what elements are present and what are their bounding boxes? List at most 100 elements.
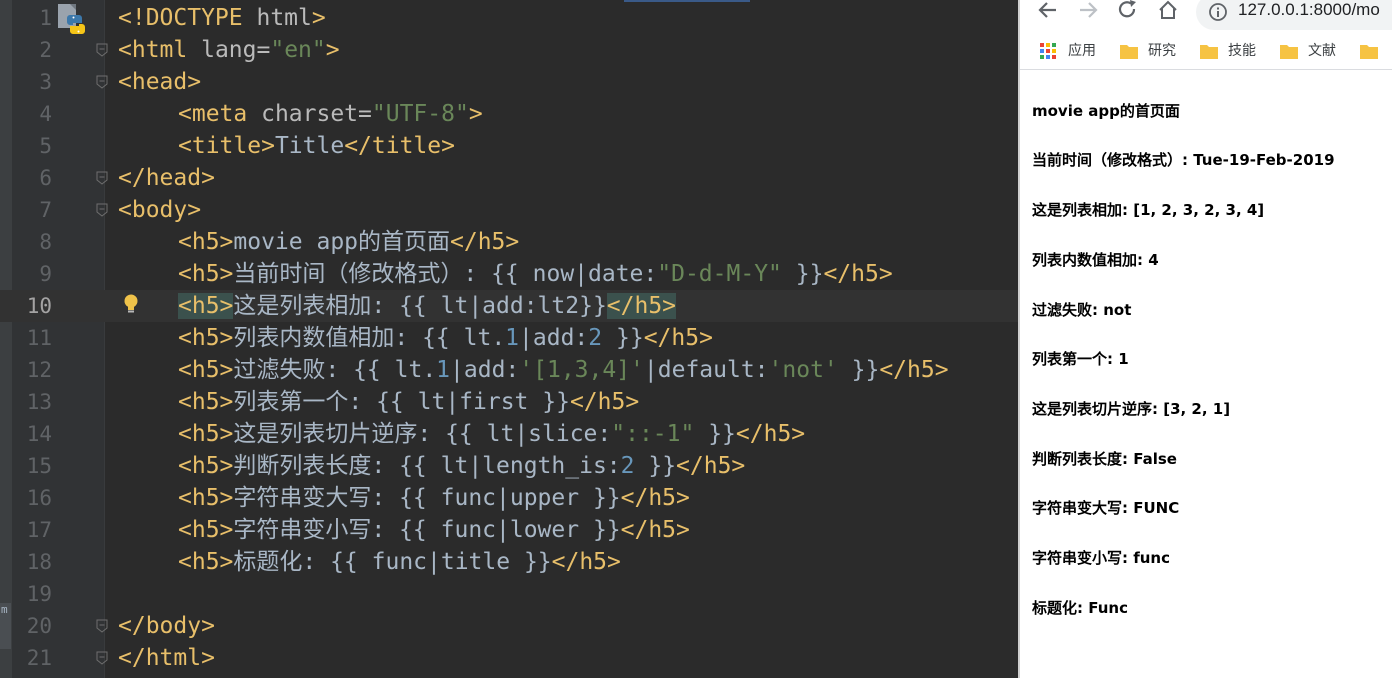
code-token: </h5>: [620, 517, 690, 543]
code-token: </html>: [118, 645, 215, 671]
code-editor[interactable]: m 1 <!DOCTYPE html> 2 <html lang="en"> 3 <hea…: [0, 0, 1018, 678]
line-number: 13: [26, 390, 52, 414]
code-line[interactable]: 21 </html>: [0, 642, 1018, 674]
code-text: <h5>标题化: {{ func|title }}</h5>: [118, 546, 621, 578]
line-number: 20: [26, 614, 52, 638]
address-bar[interactable]: 127.0.0.1:8000/mo: [1196, 0, 1392, 30]
code-token: |default:: [643, 357, 769, 383]
code-token: }}: [634, 453, 677, 479]
code-line[interactable]: 17 <h5>字符串变小写: {{ func|lower }}</h5>: [0, 514, 1018, 546]
code-line[interactable]: 3 <head>: [0, 66, 1018, 98]
heading-list-add: 这是列表相加: [1, 2, 3, 2, 3, 4]: [1032, 201, 1265, 219]
code-line[interactable]: 10 <h5>这是列表相加: {{ lt|add:lt2}}</h5>: [0, 290, 1018, 322]
back-icon[interactable]: [1036, 0, 1060, 20]
line-number: 12: [26, 358, 52, 382]
fold-marker-icon[interactable]: [96, 171, 108, 185]
reload-icon[interactable]: [1116, 0, 1140, 20]
code-text: <h5>当前时间（修改格式）: {{ now|date:"D-d-M-Y" }}…: [118, 258, 893, 290]
bookmark-label: 应用: [1068, 43, 1096, 59]
code-text: <html lang="en">: [118, 34, 340, 66]
code-text: <h5>movie app的首页面</h5>: [118, 226, 519, 258]
code-text: </body>: [118, 610, 215, 642]
line-number: 11: [26, 326, 52, 350]
code-token: 'not': [768, 357, 838, 383]
code-token: 这是列表切片逆序: {{ lt|slice:: [233, 421, 612, 447]
code-token: </h5>: [620, 485, 690, 511]
code-line[interactable]: 12 <h5>过滤失败: {{ lt.1|add:'[1,3,4]'|defaul…: [0, 354, 1018, 386]
code-token: </h5>: [879, 357, 949, 383]
code-line[interactable]: 14 <h5>这是列表切片逆序: {{ lt|slice:"::-1" }}</h…: [0, 418, 1018, 450]
code-line[interactable]: 5 <title>Title</title>: [0, 130, 1018, 162]
code-line[interactable]: 15 <h5>判断列表长度: {{ lt|length_is:2 }}</h5>: [0, 450, 1018, 482]
fold-marker-icon[interactable]: [96, 619, 108, 633]
line-number: 4: [39, 102, 52, 126]
code-token: <!DOCTYPE: [118, 5, 257, 31]
apps-grid-icon: [1040, 43, 1056, 59]
code-token: 列表第一个: {{ lt|first }}: [233, 389, 570, 415]
code-token: |add:: [450, 357, 520, 383]
code-text: <h5>字符串变大写: {{ func|upper }}</h5>: [118, 482, 690, 514]
code-line[interactable]: 13 <h5>列表第一个: {{ lt|first }}</h5>: [0, 386, 1018, 418]
code-token: </head>: [118, 165, 215, 191]
code-token: lang=: [201, 37, 271, 63]
code-token: <h5>: [178, 389, 234, 415]
fold-marker-icon[interactable]: [96, 203, 108, 217]
line-number: 2: [39, 38, 52, 62]
code-token: '[1,3,4]': [519, 357, 644, 383]
code-token: </h5>: [450, 229, 520, 255]
browser-toolbar: 127.0.0.1:8000/mo: [1020, 0, 1392, 34]
code-line[interactable]: 8 <h5>movie app的首页面</h5>: [0, 226, 1018, 258]
line-number: 8: [39, 230, 52, 254]
lightbulb-intention-icon[interactable]: [121, 292, 141, 316]
code-token: charset=: [261, 101, 372, 127]
fold-marker-icon[interactable]: [96, 43, 108, 57]
code-line[interactable]: 2 <html lang="en">: [0, 34, 1018, 66]
line-number: 1: [39, 6, 52, 30]
heading-lower: 字符串变小写: func: [1032, 549, 1170, 567]
code-token: >: [311, 5, 326, 31]
code-text: <h5>字符串变小写: {{ func|lower }}</h5>: [118, 514, 690, 546]
fold-marker-icon[interactable]: [96, 75, 108, 89]
home-icon[interactable]: [1156, 0, 1180, 20]
line-number: 5: [39, 134, 52, 158]
code-token: |add:: [519, 325, 589, 351]
code-token: </h5>: [735, 421, 806, 447]
code-token: html: [256, 5, 312, 31]
fold-marker-icon[interactable]: [96, 651, 108, 665]
url-text: 127.0.0.1:8000/mo: [1238, 0, 1380, 19]
line-number: 19: [26, 582, 52, 606]
code-text: <h5>判断列表长度: {{ lt|length_is:2 }}</h5>: [118, 450, 745, 482]
code-token: </title>: [344, 133, 455, 159]
heading-list-reverse: 这是列表切片逆序: [3, 2, 1]: [1032, 400, 1231, 418]
code-token: <h5>: [178, 229, 234, 255]
code-token: </h5>: [643, 325, 713, 351]
code-token: 当前时间（修改格式）: {{ now|date:: [233, 261, 658, 287]
line-number: 17: [26, 518, 52, 542]
code-token: <h5>: [178, 325, 234, 351]
code-line[interactable]: 7 <body>: [0, 194, 1018, 226]
code-text: <h5>这是列表切片逆序: {{ lt|slice:"::-1" }}</h5>: [118, 418, 805, 450]
code-token: <h5>: [178, 549, 234, 575]
code-line[interactable]: 4 <meta charset="UTF-8">: [0, 98, 1018, 130]
heading-list-first: 列表第一个: 1: [1032, 350, 1129, 368]
code-line[interactable]: 1 <!DOCTYPE html>: [0, 2, 1018, 34]
line-number: 18: [26, 550, 52, 574]
code-line[interactable]: 9 <h5>当前时间（修改格式）: {{ now|date:"D-d-M-Y" }…: [0, 258, 1018, 290]
site-info-icon[interactable]: [1208, 2, 1228, 22]
heading-title: movie app的首页面: [1032, 102, 1180, 120]
heading-list-length: 判断列表长度: False: [1032, 450, 1177, 468]
code-line[interactable]: 6 </head>: [0, 162, 1018, 194]
code-token: </h5>: [551, 549, 621, 575]
heading-upper: 字符串变大写: FUNC: [1032, 499, 1180, 517]
code-line[interactable]: 19: [0, 578, 1018, 610]
code-line[interactable]: 11 <h5>列表内数值相加: {{ lt.1|add:2 }}</h5>: [0, 322, 1018, 354]
code-token: <h5>: [178, 453, 234, 479]
forward-icon[interactable]: [1076, 0, 1100, 20]
code-token: </h5>: [823, 261, 893, 287]
code-line[interactable]: 16 <h5>字符串变大写: {{ func|upper }}</h5>: [0, 482, 1018, 514]
code-text: <meta charset="UTF-8">: [118, 98, 483, 130]
code-line[interactable]: 20 </body>: [0, 610, 1018, 642]
code-line[interactable]: 18 <h5>标题化: {{ func|title }}</h5>: [0, 546, 1018, 578]
line-number: 16: [26, 486, 52, 510]
line-number: 6: [39, 166, 52, 190]
